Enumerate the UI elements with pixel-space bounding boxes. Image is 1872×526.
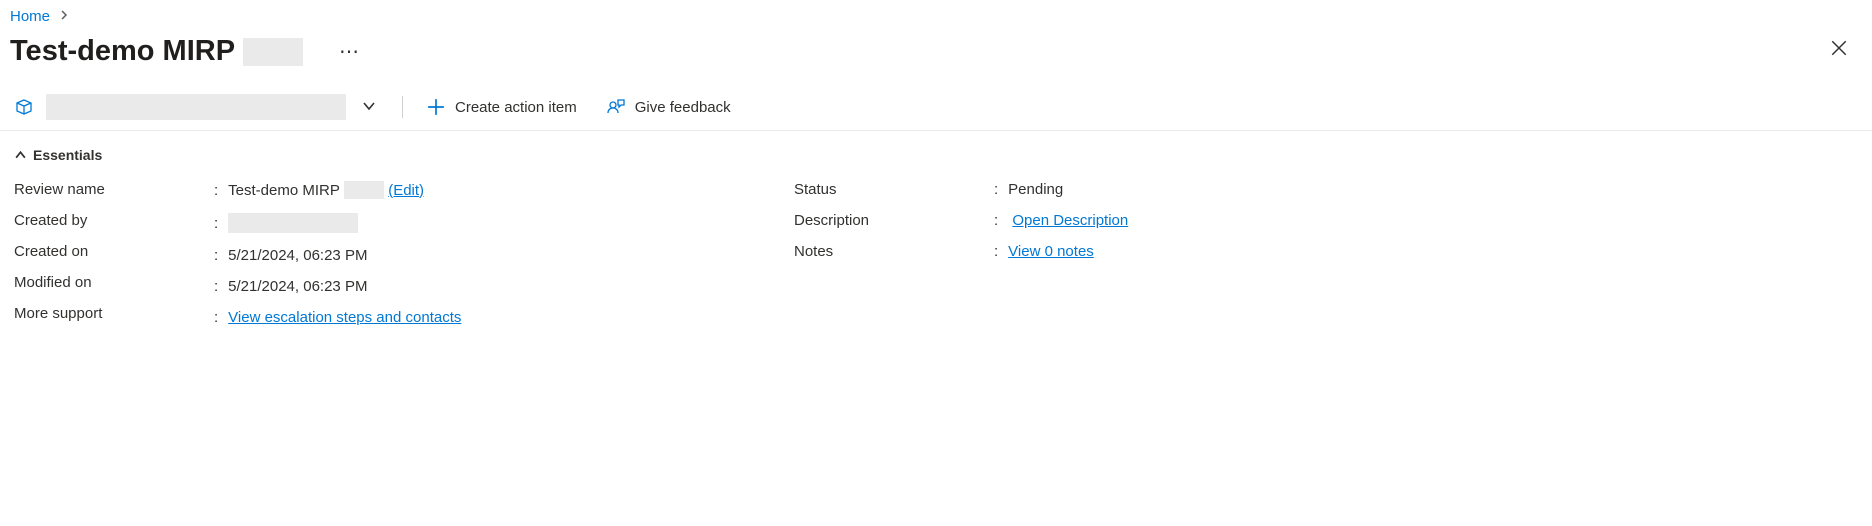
description-value: Open Description [994, 212, 1858, 229]
chevron-right-icon [58, 8, 70, 25]
review-name-text: Test-demo MIRP [228, 182, 340, 199]
created-by-value [214, 213, 794, 233]
essentials-toggle[interactable]: Essentials [0, 131, 1872, 171]
toolbar-divider [402, 96, 403, 118]
give-feedback-button[interactable]: Give feedback [595, 94, 743, 120]
chevron-down-icon[interactable] [352, 99, 390, 116]
toolbar: Create action item Give feedback [0, 68, 1872, 131]
edit-link[interactable]: (Edit) [388, 182, 424, 199]
open-description-link[interactable]: Open Description [1012, 212, 1128, 229]
resource-dropdown[interactable] [46, 94, 346, 120]
more-support-label: More support [14, 305, 214, 322]
more-menu-icon[interactable]: ⋯ [331, 35, 369, 68]
create-action-item-button[interactable]: Create action item [415, 94, 589, 120]
modified-on-label: Modified on [14, 274, 214, 291]
notes-value: View 0 notes [994, 243, 1858, 260]
feedback-icon [607, 98, 625, 116]
review-name-redacted [344, 181, 384, 199]
notes-label: Notes [794, 243, 994, 260]
status-label: Status [794, 181, 994, 198]
breadcrumb: Home [0, 0, 1872, 29]
plus-icon [427, 98, 445, 116]
page-title: Test-demo MIRP [10, 35, 303, 68]
title-row: Test-demo MIRP ⋯ [0, 29, 1872, 68]
more-support-value: View escalation steps and contacts [214, 309, 794, 326]
created-by-label: Created by [14, 212, 214, 229]
page-title-text: Test-demo MIRP [10, 35, 235, 68]
breadcrumb-home[interactable]: Home [10, 8, 50, 25]
review-name-label: Review name [14, 181, 214, 198]
create-action-item-label: Create action item [455, 99, 577, 116]
view-notes-link[interactable]: View 0 notes [1008, 243, 1094, 260]
resource-icon [14, 97, 34, 117]
review-name-value: Test-demo MIRP (Edit) [214, 181, 794, 199]
description-label: Description [794, 212, 994, 229]
give-feedback-label: Give feedback [635, 99, 731, 116]
modified-on-value: 5/21/2024, 06:23 PM [214, 278, 794, 295]
essentials-label: Essentials [33, 147, 102, 163]
status-value: Pending [994, 181, 1858, 198]
close-button[interactable] [1824, 33, 1854, 69]
chevron-up-icon [14, 149, 27, 162]
escalation-link[interactable]: View escalation steps and contacts [228, 309, 461, 326]
created-on-label: Created on [14, 243, 214, 260]
created-by-redacted [228, 213, 358, 233]
page-title-redacted [243, 38, 303, 66]
essentials-panel: Review name Created by Created on Modifi… [0, 171, 1872, 326]
created-on-value: 5/21/2024, 06:23 PM [214, 247, 794, 264]
